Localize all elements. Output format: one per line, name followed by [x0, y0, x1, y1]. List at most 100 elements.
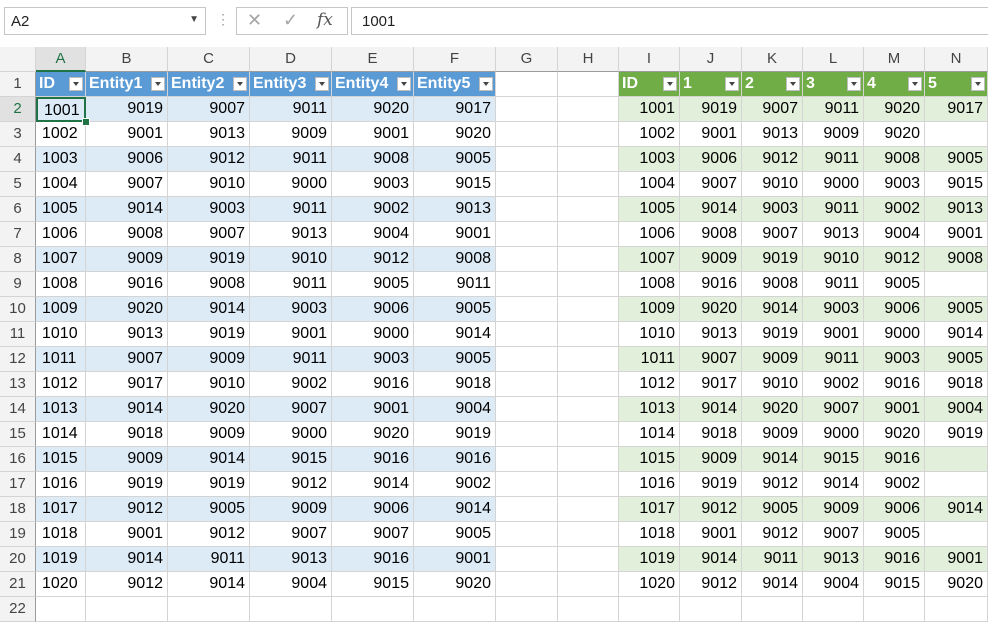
column-header-f[interactable]: F	[414, 47, 496, 72]
cell[interactable]	[558, 472, 619, 497]
check-icon[interactable]: ✓	[283, 10, 298, 31]
row-header-21[interactable]: 21	[0, 572, 36, 597]
cell[interactable]	[496, 572, 558, 597]
green-table-cell[interactable]: 9008	[864, 147, 925, 172]
blue-table-cell[interactable]: 9012	[168, 147, 250, 172]
green-table-cell[interactable]: 9006	[864, 497, 925, 522]
blue-table-cell[interactable]: 1009	[36, 297, 86, 322]
cell[interactable]	[558, 497, 619, 522]
green-table-cell[interactable]: 9020	[680, 297, 742, 322]
green-table-header-cell[interactable]: 4	[864, 72, 925, 97]
blue-table-cell[interactable]: 9019	[168, 247, 250, 272]
blue-table-cell[interactable]: 1007	[36, 247, 86, 272]
blue-table-cell[interactable]: 9009	[250, 122, 332, 147]
blue-table-cell[interactable]: 9009	[168, 422, 250, 447]
row-header-10[interactable]: 10	[0, 297, 36, 322]
blue-table-cell[interactable]: 9003	[332, 347, 414, 372]
green-table-cell[interactable]: 9010	[742, 372, 803, 397]
blue-table-cell[interactable]: 9015	[332, 572, 414, 597]
blue-table-cell[interactable]: 9008	[414, 247, 496, 272]
blue-table-cell[interactable]: 9020	[168, 397, 250, 422]
green-table-header-cell[interactable]: 2	[742, 72, 803, 97]
cell[interactable]	[558, 122, 619, 147]
blue-table-cell[interactable]: 9020	[332, 97, 414, 122]
row-header-15[interactable]: 15	[0, 422, 36, 447]
green-table-cell[interactable]: 9004	[803, 572, 864, 597]
row-header-17[interactable]: 17	[0, 472, 36, 497]
green-table-cell[interactable]: 1012	[619, 372, 680, 397]
column-header-l[interactable]: L	[803, 47, 864, 72]
green-table-cell[interactable]: 1019	[619, 547, 680, 572]
blue-table-cell[interactable]: 9009	[168, 347, 250, 372]
green-table-cell[interactable]: 9005	[925, 297, 988, 322]
filter-dropdown-icon[interactable]	[151, 77, 165, 91]
green-table-cell[interactable]: 9006	[680, 147, 742, 172]
green-table-cell[interactable]: 9004	[925, 397, 988, 422]
green-table-cell[interactable]: 9019	[680, 472, 742, 497]
blue-table-cell[interactable]: 9019	[86, 472, 168, 497]
blue-table-cell[interactable]: 1014	[36, 422, 86, 447]
column-header-b[interactable]: B	[86, 47, 168, 72]
green-table-cell[interactable]: 1008	[619, 272, 680, 297]
blue-table-cell[interactable]: 9007	[168, 97, 250, 122]
blue-table-cell[interactable]: 9014	[168, 572, 250, 597]
blue-table-cell[interactable]: 9020	[86, 297, 168, 322]
fx-icon[interactable]: fx	[317, 10, 333, 30]
green-table-cell[interactable]: 1005	[619, 197, 680, 222]
blue-table-cell[interactable]: 9000	[250, 172, 332, 197]
cell[interactable]	[803, 597, 864, 622]
green-table-cell[interactable]: 9007	[680, 172, 742, 197]
blue-table-cell[interactable]: 1005	[36, 197, 86, 222]
cell[interactable]	[332, 597, 414, 622]
blue-table-cell[interactable]: 9016	[414, 447, 496, 472]
blue-table-cell[interactable]: 9007	[86, 172, 168, 197]
green-table-cell[interactable]: 9000	[864, 322, 925, 347]
name-box[interactable]: A2 ▼	[4, 7, 206, 35]
blue-table-cell[interactable]: 9014	[86, 197, 168, 222]
blue-table-cell[interactable]: 9008	[332, 147, 414, 172]
green-table-cell[interactable]: 9005	[925, 147, 988, 172]
cell[interactable]	[496, 472, 558, 497]
cell[interactable]	[496, 97, 558, 122]
green-table-cell[interactable]: 9012	[680, 572, 742, 597]
blue-table-cell[interactable]: 9001	[332, 122, 414, 147]
green-table-cell[interactable]: 9011	[742, 547, 803, 572]
row-header-16[interactable]: 16	[0, 447, 36, 472]
green-table-cell[interactable]: 9014	[680, 547, 742, 572]
cell[interactable]	[864, 597, 925, 622]
green-table-header-cell[interactable]: ID	[619, 72, 680, 97]
blue-table-cell[interactable]: 9003	[332, 172, 414, 197]
green-table-cell[interactable]	[925, 272, 988, 297]
filter-dropdown-icon[interactable]	[908, 77, 922, 91]
blue-table-cell[interactable]: 9013	[86, 322, 168, 347]
green-table-cell[interactable]: 1017	[619, 497, 680, 522]
green-table-cell[interactable]: 9002	[864, 472, 925, 497]
row-header-11[interactable]: 11	[0, 322, 36, 347]
blue-table-cell[interactable]: 9001	[414, 222, 496, 247]
green-table-cell[interactable]: 9013	[803, 222, 864, 247]
column-header-c[interactable]: C	[168, 47, 250, 72]
row-header-13[interactable]: 13	[0, 372, 36, 397]
cell[interactable]	[496, 297, 558, 322]
green-table-cell[interactable]: 9008	[925, 247, 988, 272]
green-table-cell[interactable]: 9000	[803, 172, 864, 197]
green-table-cell[interactable]: 9002	[864, 197, 925, 222]
green-table-cell[interactable]	[925, 447, 988, 472]
green-table-cell[interactable]: 1020	[619, 572, 680, 597]
green-table-cell[interactable]: 9018	[925, 372, 988, 397]
green-table-cell[interactable]: 9016	[864, 547, 925, 572]
green-table-cell[interactable]: 9003	[803, 297, 864, 322]
cell[interactable]	[558, 222, 619, 247]
green-table-cell[interactable]: 9009	[803, 122, 864, 147]
row-header-19[interactable]: 19	[0, 522, 36, 547]
blue-table-cell[interactable]: 9004	[414, 397, 496, 422]
green-table-cell[interactable]: 9001	[864, 397, 925, 422]
blue-table-cell[interactable]: 9016	[332, 447, 414, 472]
blue-table-cell[interactable]: 9011	[250, 97, 332, 122]
green-table-cell[interactable]: 9020	[864, 122, 925, 147]
select-all-corner[interactable]	[0, 47, 36, 72]
blue-table-cell[interactable]: 9010	[250, 247, 332, 272]
blue-table-cell[interactable]: 9016	[332, 547, 414, 572]
green-table-cell[interactable]: 9009	[680, 247, 742, 272]
blue-table-cell[interactable]: 9002	[414, 472, 496, 497]
